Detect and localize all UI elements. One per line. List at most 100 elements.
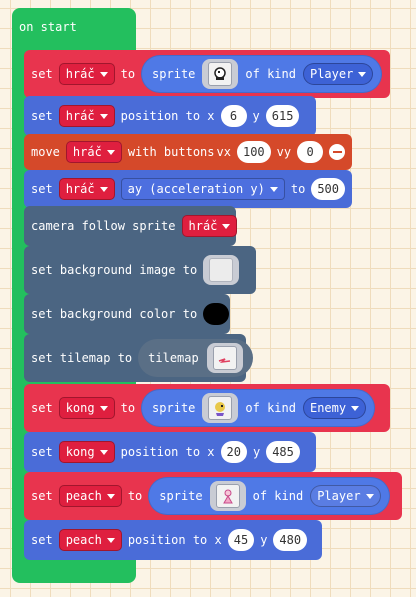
variable-dropdown-kong[interactable]: kong [58, 441, 115, 463]
sprite-of-kind-reporter[interactable]: sprite of kind Player [148, 477, 390, 515]
background-color-label: set background color to [31, 307, 198, 321]
variable-dropdown-peach[interactable]: peach [58, 485, 122, 507]
of-kind-label: of kind [245, 401, 296, 415]
set-label: set [31, 533, 53, 547]
set-background-image-block[interactable]: set background image to [24, 246, 256, 294]
set-kong-position-block[interactable]: set kong position to x 20 y 485 [24, 432, 316, 472]
set-label: set [31, 401, 53, 415]
kind-value: Player [317, 489, 361, 503]
variable-dropdown-hrac[interactable]: hráč [65, 141, 122, 163]
chevron-down-icon [106, 149, 115, 155]
set-label: set [31, 109, 53, 123]
x-input[interactable]: 20 [220, 441, 247, 463]
tilemap-icon [218, 358, 230, 364]
vx-label: vx [216, 145, 231, 159]
chevron-down-icon [351, 405, 360, 411]
vx-input[interactable]: 100 [236, 141, 271, 163]
vy-input[interactable]: 0 [297, 141, 324, 163]
variable-name: peach [65, 533, 102, 547]
acceleration-input[interactable]: 500 [311, 178, 346, 200]
variable-dropdown-hrac[interactable]: hráč [58, 178, 115, 200]
sprite-of-kind-reporter[interactable]: sprite of kind Enemy [141, 389, 376, 427]
set-background-color-block[interactable]: set background color to [24, 294, 230, 334]
chevron-down-icon [99, 186, 108, 192]
variable-dropdown-hrac[interactable]: hráč [58, 63, 115, 85]
variable-name: peach [65, 489, 102, 503]
property-value: ay (acceleration y) [127, 182, 265, 196]
to-label: to [120, 67, 136, 81]
to-label: to [290, 182, 306, 196]
tilemap-label: tilemap [148, 351, 199, 365]
variable-dropdown-kong[interactable]: kong [58, 397, 115, 419]
chevron-down-icon [106, 493, 115, 499]
set-player-position-block[interactable]: set hráč position to x 6 y 615 [24, 96, 316, 136]
tilemap-picker[interactable] [206, 343, 243, 373]
chevron-down-icon [99, 449, 108, 455]
set-label: set [31, 67, 53, 81]
variable-name: hráč [65, 182, 95, 196]
set-label: set [31, 182, 53, 196]
sprite-label: sprite [152, 67, 196, 81]
chevron-down-icon [358, 71, 367, 77]
kind-value: Enemy [309, 401, 347, 415]
sprite-of-kind-reporter[interactable]: sprite of kind Player [141, 55, 383, 93]
variable-dropdown-hrac[interactable]: hráč [181, 215, 238, 237]
buttons-label: with buttons [127, 145, 215, 159]
sprite-image-picker[interactable] [202, 59, 239, 89]
on-start-label: on start [19, 20, 77, 34]
y-input[interactable]: 485 [266, 441, 300, 463]
position-label: position to x [127, 533, 222, 547]
move-label: move [31, 145, 60, 159]
move-with-buttons-block[interactable]: move hráč with buttons vx 100 vy 0 [24, 134, 352, 170]
camera-follow-block[interactable]: camera follow sprite hráč [24, 206, 238, 246]
kind-dropdown[interactable]: Player [310, 485, 381, 507]
variable-name: hráč [65, 109, 95, 123]
to-label: to [120, 401, 136, 415]
to-label: to [127, 489, 143, 503]
y-label: y [260, 533, 268, 547]
y-label: y [252, 445, 261, 459]
sprite-label: sprite [159, 489, 203, 503]
position-label: position to x [120, 109, 215, 123]
y-input[interactable]: 480 [273, 529, 308, 551]
kind-dropdown[interactable]: Enemy [302, 397, 367, 419]
property-dropdown[interactable]: ay (acceleration y) [120, 178, 285, 200]
variable-name: kong [65, 401, 95, 415]
variable-dropdown-peach[interactable]: peach [58, 529, 122, 551]
tilemap-reporter[interactable]: tilemap [138, 339, 253, 377]
sprite-image-picker[interactable] [209, 481, 246, 511]
peach-sprite-icon [222, 489, 233, 504]
kong-sprite-icon [215, 402, 226, 416]
set-kong-sprite-block[interactable]: set kong to sprite of kind Enemy [24, 384, 390, 432]
position-label: position to x [120, 445, 215, 459]
set-peach-sprite-block[interactable]: set peach to sprite of kind Player [24, 472, 402, 520]
kind-dropdown[interactable]: Player [302, 63, 374, 85]
vy-label: vy [276, 145, 292, 159]
background-color-picker[interactable] [203, 303, 230, 325]
background-image-picker[interactable] [203, 255, 240, 285]
of-kind-label: of kind [252, 489, 304, 503]
set-peach-position-block[interactable]: set peach position to x 45 y 480 [24, 520, 322, 560]
kind-value: Player [309, 67, 354, 81]
chevron-down-icon [269, 186, 278, 192]
chevron-down-icon [222, 223, 231, 229]
variable-name: kong [65, 445, 95, 459]
background-image-label: set background image to [31, 263, 198, 277]
x-input[interactable]: 45 [227, 529, 255, 551]
remove-icon[interactable] [329, 144, 346, 160]
chevron-down-icon [99, 405, 108, 411]
sprite-image-picker[interactable] [202, 393, 239, 423]
chevron-down-icon [99, 71, 108, 77]
variable-dropdown-hrac[interactable]: hráč [58, 105, 115, 127]
chevron-down-icon [365, 493, 374, 499]
set-tilemap-block[interactable]: set tilemap to tilemap [24, 334, 253, 382]
set-player-sprite-block[interactable]: set hráč to sprite of kind Player [24, 50, 390, 98]
sprite-label: sprite [152, 401, 196, 415]
x-input[interactable]: 6 [220, 105, 247, 127]
y-input[interactable]: 615 [265, 105, 300, 127]
camera-follow-label: camera follow sprite [31, 219, 176, 233]
player-sprite-icon [214, 67, 227, 80]
set-label: set [31, 445, 53, 459]
set-player-acceleration-block[interactable]: set hráč ay (acceleration y) to 500 [24, 170, 352, 208]
set-tilemap-label: set tilemap to [31, 351, 133, 365]
